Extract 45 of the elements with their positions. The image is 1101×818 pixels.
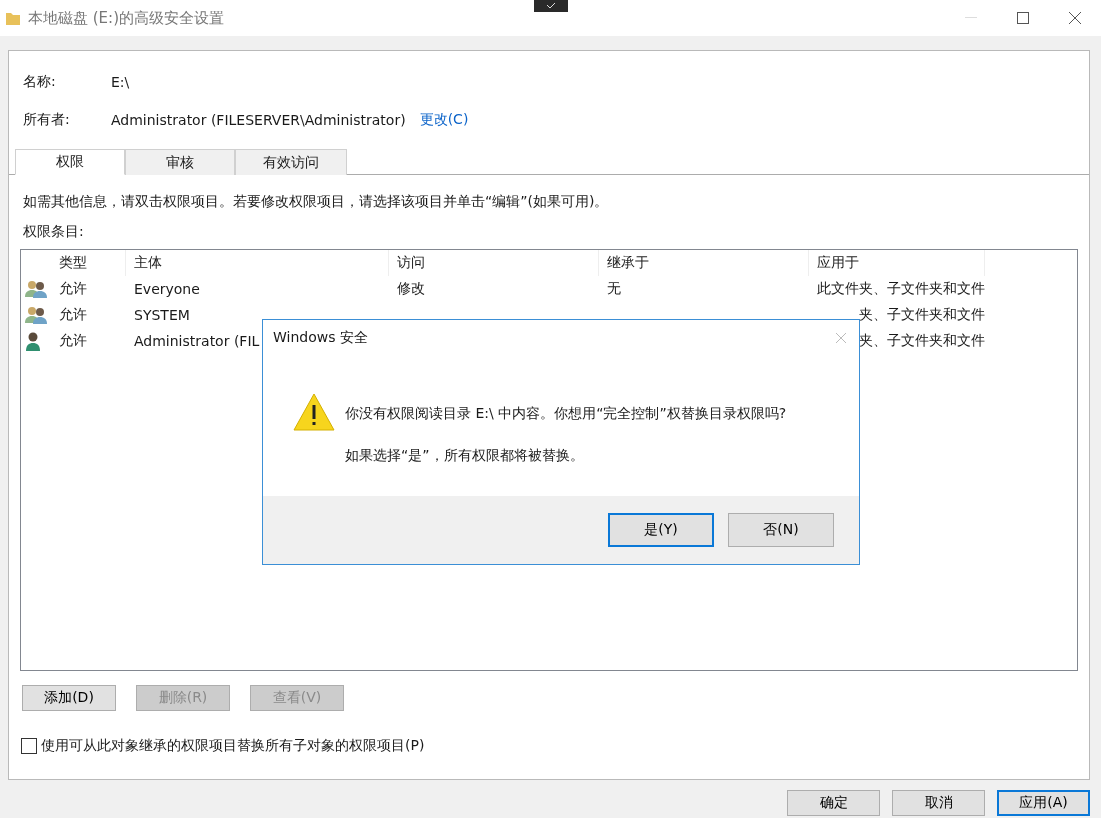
user-icon [25,331,41,351]
users-icon [25,280,47,298]
column-header[interactable]: 应用于 [817,254,859,272]
entries-label: 权限条目: [22,223,85,241]
checkbox[interactable] [21,738,37,754]
dialog-button[interactable]: 是(Y) [608,513,714,547]
dialog-button[interactable]: 应用(A) [997,790,1090,816]
owner-value: Administrator (FILESERVER\Administrator) [111,112,406,128]
dialog-message: 你没有权限阅读目录 E:\ 中内容。你想用“完全控制”权替换目录权限吗? [345,405,787,423]
table-cell: 允许 [59,332,87,350]
column-header[interactable]: 继承于 [607,254,649,272]
table-cell: 允许 [59,280,87,298]
warning-icon [293,393,335,431]
close-icon[interactable] [1068,11,1082,25]
column-header[interactable]: 访问 [397,254,425,272]
table-cell: Everyone [134,281,200,297]
tab[interactable]: 审核 [125,149,235,175]
owner-label: 所有者: [23,111,71,129]
table-cell: Administrator (FIL [134,333,260,349]
window-title: 本地磁盘 (E:)的高级安全设置 [28,8,224,28]
dialog-button[interactable]: 否(N) [728,513,834,547]
checkbox-label: 使用可从此对象继承的权限项目替换所有子对象的权限项目(P) [41,737,425,755]
table-cell: 修改 [397,280,425,298]
maximize-icon[interactable] [1017,12,1029,24]
table-cell: 夹、子文件夹和文件 [859,332,985,350]
dialog-button[interactable]: 取消 [892,790,985,816]
change-owner-link[interactable]: 更改(C) [419,111,469,129]
action-button[interactable]: 添加(D) [22,685,116,711]
info-text: 如需其他信息，请双击权限项目。若要修改权限项目，请选择该项目并单击“编辑”(如果可用)。 [22,193,610,211]
column-header[interactable]: 类型 [59,254,87,272]
table-cell: 无 [607,280,621,298]
dialog-note: 如果选择“是”，所有权限都将被替换。 [345,447,585,465]
table-cell: 夹、子文件夹和文件 [859,306,985,324]
column-header[interactable]: 主体 [134,254,162,272]
dialog-title: Windows 安全 [273,329,368,347]
dialog-button[interactable]: 确定 [787,790,880,816]
name-value: E:\ [111,74,130,90]
tab[interactable]: 有效访问 [235,149,347,175]
table-cell: 允许 [59,306,87,324]
tab[interactable]: 权限 [15,149,125,175]
folder-icon [6,11,20,25]
name-label: 名称: [23,73,57,91]
table-cell: SYSTEM [134,307,190,323]
users-icon [25,306,47,324]
table-cell: 此文件夹、子文件夹和文件 [817,280,985,298]
